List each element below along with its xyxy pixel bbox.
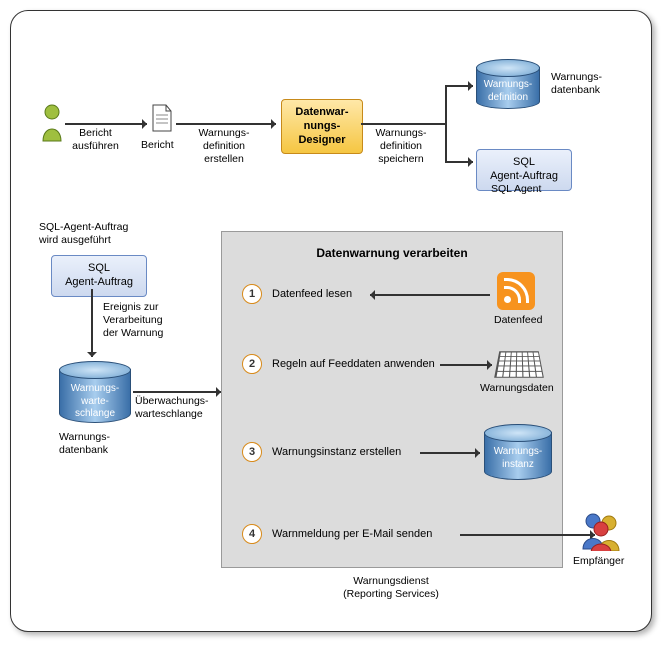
alert-def-db: Warnungs-definition xyxy=(476,59,540,109)
step-4: 4 Warnmeldung per E-Mail senden xyxy=(242,524,432,544)
process-panel: Datenwarnung verarbeiten 1 Datenfeed les… xyxy=(221,231,563,568)
designer-box: Datenwar-nungs-Designer xyxy=(281,99,363,154)
alert-db-label: Warnungs-datenbank xyxy=(551,71,616,97)
step-1: 1 Datenfeed lesen xyxy=(242,284,352,304)
agent-job-label-top: SQLAgent-Auftrag xyxy=(490,156,558,182)
recipients-icon xyxy=(579,511,623,556)
report-icon xyxy=(151,103,173,138)
instance-db: Warnungs-instanz xyxy=(484,424,552,480)
arrow-user-report xyxy=(65,123,147,125)
sql-agent-label: SQL Agent xyxy=(491,183,541,196)
designer-label: Datenwar-nungs-Designer xyxy=(295,106,348,146)
arrow-queue-panel xyxy=(133,391,221,393)
diagram-canvas: Berichtausführen Bericht Warnungs-defini… xyxy=(10,10,652,632)
step-4-label: Warnmeldung per E-Mail senden xyxy=(272,528,432,540)
arrow-s2 xyxy=(440,364,492,366)
queue-db: Warnungs-warte-schlange xyxy=(59,361,131,423)
step-3-num: 3 xyxy=(242,442,262,462)
arrow-to-alertdef xyxy=(445,85,473,87)
run-report-label: Berichtausführen xyxy=(68,127,123,153)
mon-queue-label: Überwachungs-warteschlange xyxy=(135,395,225,421)
step-2: 2 Regeln auf Feeddaten anwenden xyxy=(242,354,435,374)
step-4-num: 4 xyxy=(242,524,262,544)
grid-icon xyxy=(497,347,541,379)
step-2-label: Regeln auf Feeddaten anwenden xyxy=(272,358,435,370)
report-label: Bericht xyxy=(141,139,174,152)
job-runs-label: SQL-Agent-Auftragwird ausgeführt xyxy=(39,221,149,247)
branch-vert xyxy=(445,85,447,161)
step-3: 3 Warnungsinstanz erstellen xyxy=(242,442,401,462)
recipients-label: Empfänger xyxy=(573,555,624,568)
arrow-s1 xyxy=(370,294,490,296)
step-2-num: 2 xyxy=(242,354,262,374)
user-icon xyxy=(39,103,65,148)
agent-job-box-left: SQLAgent-Auftrag xyxy=(51,255,147,297)
alert-def-label: Warnungs-definition xyxy=(476,79,540,104)
agent-job-label-left: SQLAgent-Auftrag xyxy=(65,262,133,288)
instance-label: Warnungs-instanz xyxy=(484,446,552,471)
service-label: Warnungsdienst(Reporting Services) xyxy=(306,575,476,601)
step-3-label: Warnungsinstanz erstellen xyxy=(272,446,401,458)
rss-icon xyxy=(497,272,535,310)
step-1-label: Datenfeed lesen xyxy=(272,288,352,300)
arrow-job-to-queue xyxy=(91,289,93,357)
alert-data-label: Warnungsdaten xyxy=(480,382,554,395)
step-1-num: 1 xyxy=(242,284,262,304)
queue-label: Warnungs-warte-schlange xyxy=(59,383,131,421)
arrow-designer-out xyxy=(361,123,446,125)
datafeed-label: Datenfeed xyxy=(494,314,542,327)
event-label: Ereignis zurVerarbeitungder Warnung xyxy=(103,301,188,340)
arrow-s3 xyxy=(420,452,480,454)
panel-title: Datenwarnung verarbeiten xyxy=(222,246,562,260)
alert-db-label-left: Warnungs-datenbank xyxy=(59,431,129,457)
arrow-s4 xyxy=(460,534,595,536)
create-def-label: Warnungs-definitionerstellen xyxy=(189,127,259,166)
arrow-report-designer xyxy=(176,123,276,125)
arrow-to-agent xyxy=(445,161,473,163)
save-def-label: Warnungs-definitionspeichern xyxy=(366,127,436,166)
